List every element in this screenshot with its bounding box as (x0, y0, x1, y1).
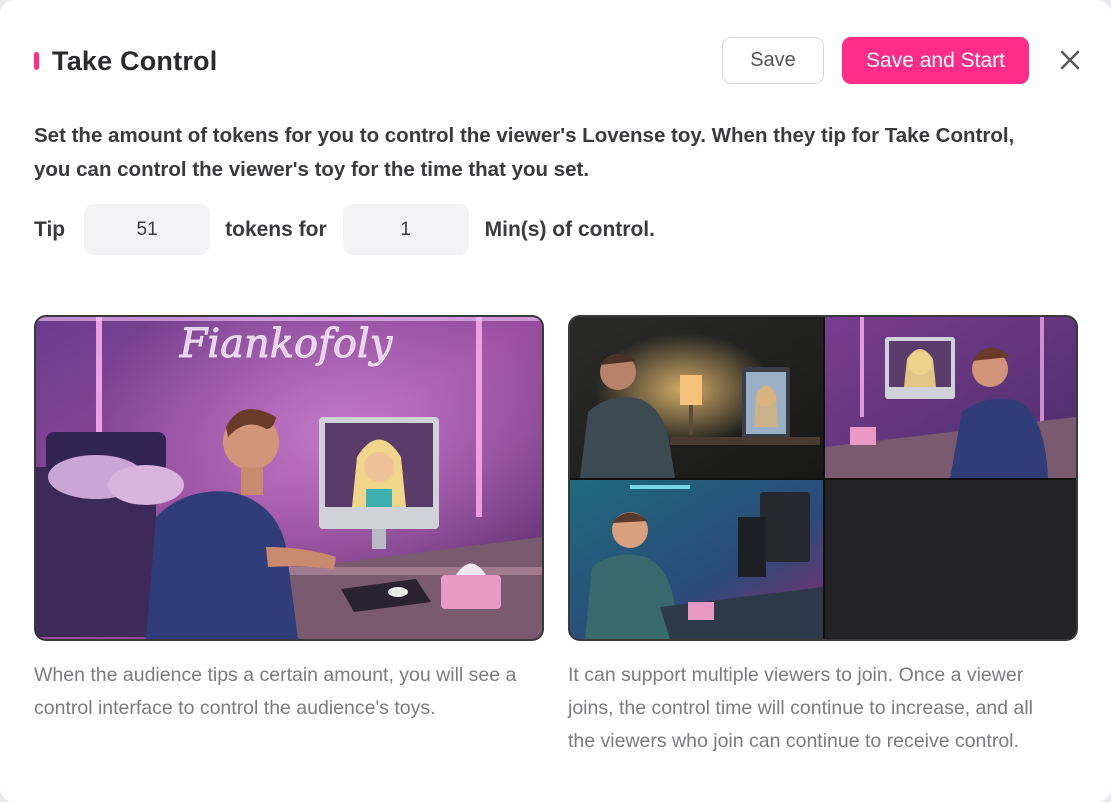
viewer-panel-3 (570, 480, 823, 639)
viewer-panel-1 (570, 317, 823, 478)
caption-line: joins, the control time will continue to… (568, 697, 1033, 719)
take-control-dialog: Take Control Save Save and Start Set the… (0, 0, 1111, 802)
single-viewer-illustration: Fiankofoly (34, 315, 544, 641)
title-accent-bar (34, 52, 39, 70)
dialog-title: Take Control (52, 45, 218, 76)
single-viewer-caption: When the audience tips a certain amount,… (34, 659, 554, 725)
close-icon[interactable] (1054, 44, 1086, 76)
viewer-panel-2 (825, 317, 1076, 478)
caption-line: When the audience tips a certain amount,… (34, 664, 517, 686)
description-line: Set the amount of tokens for you to cont… (34, 124, 1015, 147)
tip-label: Tip (34, 217, 66, 241)
caption-line: control interface to control the audienc… (34, 697, 436, 719)
neon-sign-text: Fiankofoly (179, 321, 394, 367)
multi-viewer-caption: It can support multiple viewers to join.… (568, 659, 1088, 758)
save-button[interactable]: Save (722, 37, 824, 84)
empty-viewer-slot (825, 480, 1076, 639)
description-line: you can control the viewer's toy for the… (34, 158, 590, 181)
tip-settings-row: Tip tokens for Min(s) of control. (34, 204, 655, 255)
tokens-input[interactable] (84, 204, 211, 255)
multi-viewer-illustration (568, 315, 1078, 641)
minutes-input[interactable] (342, 204, 469, 255)
save-and-start-button[interactable]: Save and Start (842, 37, 1029, 84)
caption-line: the viewers who join can continue to rec… (568, 730, 1019, 752)
minutes-label: Min(s) of control. (484, 217, 655, 241)
caption-line: It can support multiple viewers to join.… (568, 664, 1024, 686)
description: Set the amount of tokens for you to cont… (34, 119, 1084, 187)
dialog-header: Take Control (34, 44, 217, 78)
tokens-for-label: tokens for (225, 217, 327, 241)
